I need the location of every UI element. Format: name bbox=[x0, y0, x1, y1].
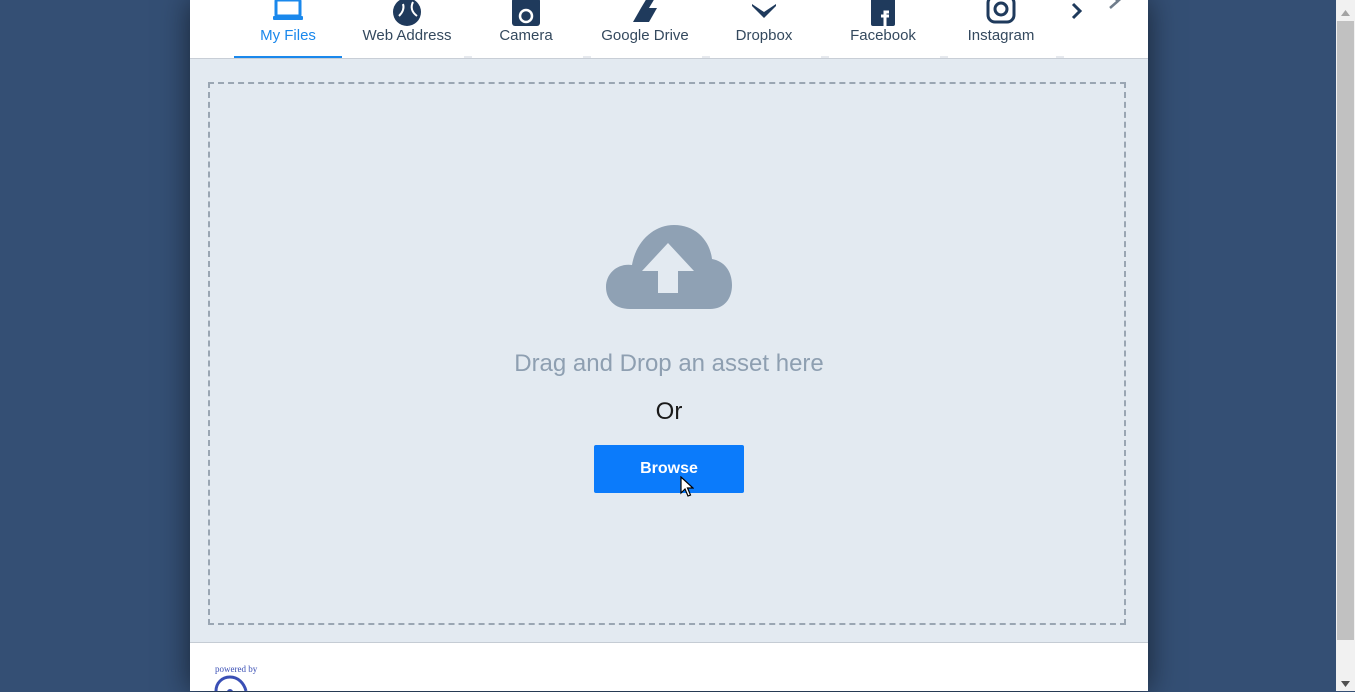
page-scrollbar[interactable] bbox=[1336, 0, 1355, 691]
drop-zone[interactable]: Drag and Drop an asset here Or Browse bbox=[208, 82, 1126, 625]
close-icon bbox=[1107, 0, 1129, 15]
tab-label: Web Address bbox=[362, 27, 452, 44]
cloud-logo-icon bbox=[214, 675, 260, 691]
cloud-upload-icon bbox=[606, 225, 732, 316]
google-drive-icon bbox=[629, 0, 661, 26]
tab-google-drive[interactable]: Google Drive bbox=[591, 0, 699, 58]
or-text: Or bbox=[655, 398, 683, 425]
tab-facebook[interactable]: Facebook bbox=[829, 0, 937, 58]
drag-drop-text: Drag and Drop an asset here bbox=[514, 350, 824, 377]
camera-icon bbox=[510, 0, 542, 26]
scroll-down-button[interactable] bbox=[1336, 674, 1355, 691]
upload-body: Drag and Drop an asset here Or Browse bbox=[190, 59, 1148, 643]
tab-dropbox[interactable]: Dropbox bbox=[710, 0, 818, 58]
dropbox-icon bbox=[748, 0, 780, 26]
tab-label: Dropbox bbox=[735, 27, 793, 44]
source-tabs: My Files Web Address Camera Google Drive… bbox=[190, 0, 1148, 59]
arrow-down-icon bbox=[1341, 674, 1350, 692]
tab-instagram[interactable]: Instagram bbox=[947, 0, 1055, 58]
close-button[interactable] bbox=[1105, 0, 1131, 14]
chevron-right-icon bbox=[1070, 2, 1084, 25]
arrow-up-icon bbox=[1341, 3, 1350, 21]
tab-label: My Files bbox=[260, 27, 316, 44]
laptop-icon bbox=[272, 0, 304, 26]
tab-divider bbox=[940, 56, 948, 58]
tab-web-address[interactable]: Web Address bbox=[353, 0, 461, 58]
tab-divider bbox=[464, 56, 472, 58]
facebook-icon bbox=[867, 0, 899, 26]
scroll-up-button[interactable] bbox=[1336, 3, 1355, 20]
tab-my-files[interactable]: My Files bbox=[234, 0, 342, 58]
tabs-next-button[interactable] bbox=[1066, 0, 1088, 26]
tab-label: Camera bbox=[499, 27, 553, 44]
tab-divider bbox=[1056, 56, 1064, 58]
tab-label: Google Drive bbox=[601, 27, 689, 44]
tab-divider bbox=[702, 56, 710, 58]
globe-icon bbox=[391, 0, 423, 26]
upload-modal: My Files Web Address Camera Google Drive… bbox=[190, 0, 1148, 691]
browse-button[interactable]: Browse bbox=[594, 445, 744, 493]
instagram-icon bbox=[985, 0, 1017, 26]
tab-label: Facebook bbox=[850, 27, 916, 44]
powered-by-text: powered by bbox=[215, 664, 258, 674]
tab-camera[interactable]: Camera bbox=[472, 0, 580, 58]
modal-footer: powered by bbox=[190, 643, 1148, 691]
scroll-thumb[interactable] bbox=[1337, 21, 1354, 640]
tab-label: Instagram bbox=[967, 27, 1035, 44]
tab-divider bbox=[821, 56, 829, 58]
tab-divider bbox=[583, 56, 591, 58]
